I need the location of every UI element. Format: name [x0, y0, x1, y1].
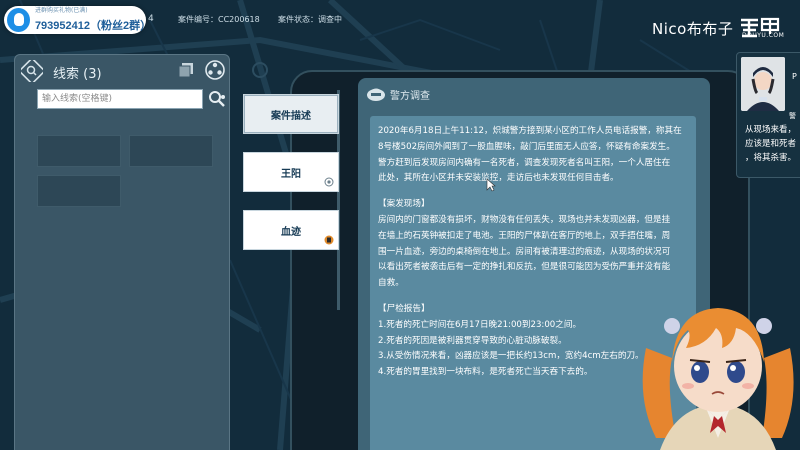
tab-label: 王阳 — [281, 168, 301, 180]
report-title: 警方调查 — [390, 91, 430, 102]
streamer-name: Nico布布子 — [652, 20, 734, 38]
report-line: 此处，其所在小区并未安装监控，走访后也未发现任何目击者。 — [378, 173, 619, 184]
report-line: 以看出死者被袭击后有一定的挣扎和反抗，但是很可能因为受伤严重并没有能 — [378, 262, 671, 273]
tab-wang-yang[interactable]: 王阳 — [243, 152, 339, 192]
section-title-scene: 【案发现场】 — [378, 199, 430, 210]
tab-label: 案件描述 — [271, 110, 311, 122]
qq-group-badge[interactable]: 进群购买礼物(已满) 793952412（粉丝2群） — [4, 6, 151, 34]
mouse-cursor-icon — [486, 178, 496, 192]
report-line: 警方赶到后发现房间内确有一名死者，调查发现死者名叫王阳，一个人居住在 — [378, 157, 671, 168]
tab-label: 血迹 — [281, 226, 301, 238]
statement-line: 从现场来看， — [745, 125, 797, 135]
officer-portrait — [741, 57, 785, 111]
case-number: 案件编号：CC200618 — [178, 15, 260, 24]
witness-card[interactable]: 警 从现场来看， 应该是和死者 ，将其杀害。 — [736, 52, 800, 178]
report-line: 房间内的门窗都没有损坏，财物没有任何丢失，现场也并未发现凶器，但是挂 — [378, 214, 671, 225]
target-icon — [324, 177, 334, 187]
clue-search-box — [37, 89, 227, 111]
evidence-icon — [324, 235, 334, 245]
clue-network-icon[interactable] — [204, 59, 226, 81]
statement-line: ，将其杀害。 — [745, 153, 797, 163]
copy-icon[interactable] — [177, 61, 195, 79]
clue-slot[interactable] — [37, 175, 121, 207]
officer-name-partial: 警 — [789, 112, 796, 120]
clue-magnifier-icon — [21, 60, 43, 82]
douyu-domain: DOUYU.COM — [742, 32, 785, 39]
qq-penguin-icon — [7, 8, 30, 32]
witness-statement: 从现场来看， 应该是和死者 ，将其杀害。 — [745, 123, 796, 165]
search-icon[interactable] — [207, 89, 227, 109]
tab-case-description[interactable]: 案件描述 — [243, 94, 339, 134]
card-letter: P — [792, 72, 797, 81]
report-line: 在墙上的石英钟被扣走了电池。王阳的尸体趴在客厅的地上，双手捂住嘴，周 — [378, 230, 671, 241]
vtuber-avatar — [642, 308, 794, 450]
statement-line: 应该是和死者 — [745, 139, 797, 149]
report-line: 8号楼502房间外闻到了一股血腥味，敲门后里面无人应答，怀疑有命案发生。 — [378, 141, 675, 152]
police-badge-icon — [367, 88, 385, 101]
clue-search-input[interactable] — [37, 89, 203, 109]
tab-bloodstain[interactable]: 血迹 — [243, 210, 339, 250]
clue-panel-title: 线索 (3) — [53, 67, 102, 82]
top-bar-digit: 4 — [148, 14, 154, 24]
clue-slot[interactable] — [129, 135, 213, 167]
case-status: 案件状态：调查中 — [278, 15, 342, 24]
clue-panel: 线索 (3) — [14, 54, 230, 450]
clue-slot[interactable] — [37, 135, 121, 167]
qq-group-subtitle: 进群购买礼物(已满) — [34, 7, 88, 14]
report-line: 2020年6月18日上午11:12，炽城警方接到某小区的工作人员电话报警，称其在 — [378, 126, 682, 136]
report-line: 围一片血迹，旁边的桌椅倒在地上。房间有被清理过的痕迹，从现场的状况可 — [378, 246, 671, 257]
qq-group-number: 793952412（粉丝2群） — [34, 20, 152, 32]
